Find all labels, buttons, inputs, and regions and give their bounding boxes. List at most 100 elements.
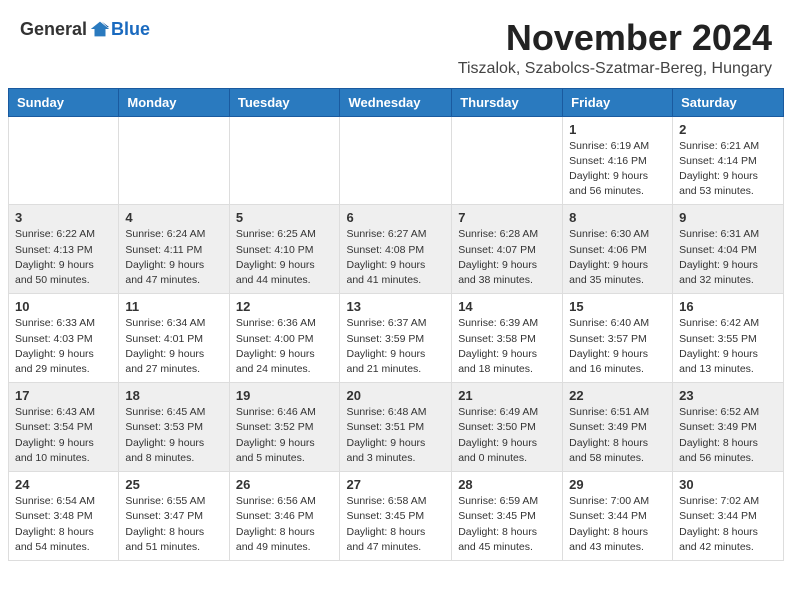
table-row: 13 Sunrise: 6:37 AM Sunset: 3:59 PM Dayli… bbox=[340, 294, 452, 383]
day-detail: Sunrise: 6:59 AM Sunset: 3:45 PM Dayligh… bbox=[458, 494, 556, 555]
page-header: General Blue November 2024 Tiszalok, Sza… bbox=[0, 0, 792, 88]
day-number: 14 bbox=[458, 299, 556, 314]
calendar-week-row: 24Sunrise: 6:54 AM Sunset: 3:48 PM Dayli… bbox=[9, 472, 784, 561]
day-number: 11 bbox=[125, 299, 222, 314]
day-number: 29 bbox=[569, 477, 666, 492]
day-number: 6 bbox=[346, 210, 445, 225]
day-detail: Sunrise: 6:21 AM Sunset: 4:14 PM Dayligh… bbox=[679, 139, 777, 200]
day-detail: Sunrise: 6:43 AM Sunset: 3:54 PM Dayligh… bbox=[15, 405, 112, 466]
table-row: 23 Sunrise: 6:52 AM Sunset: 3:49 PM Dayli… bbox=[673, 383, 784, 472]
day-number: 8 bbox=[569, 210, 666, 225]
col-saturday: Saturday bbox=[673, 88, 784, 116]
calendar-week-row: 1Sunrise: 6:19 AM Sunset: 4:16 PM Daylig… bbox=[9, 116, 784, 205]
day-detail: Sunrise: 6:40 AM Sunset: 3:57 PM Dayligh… bbox=[569, 316, 666, 377]
day-number: 15 bbox=[569, 299, 666, 314]
col-friday: Friday bbox=[563, 88, 673, 116]
table-row: 1Sunrise: 6:19 AM Sunset: 4:16 PM Daylig… bbox=[563, 116, 673, 205]
day-number: 23 bbox=[679, 388, 777, 403]
calendar-header-row: Sunday Monday Tuesday Wednesday Thursday… bbox=[9, 88, 784, 116]
logo-icon bbox=[89, 18, 111, 40]
day-detail: Sunrise: 6:34 AM Sunset: 4:01 PM Dayligh… bbox=[125, 316, 222, 377]
table-row: 12 Sunrise: 6:36 AM Sunset: 4:00 PM Dayli… bbox=[229, 294, 340, 383]
day-number: 4 bbox=[125, 210, 222, 225]
day-number: 18 bbox=[125, 388, 222, 403]
table-row bbox=[229, 116, 340, 205]
table-row: 20 Sunrise: 6:48 AM Sunset: 3:51 PM Dayli… bbox=[340, 383, 452, 472]
day-number: 26 bbox=[236, 477, 334, 492]
logo-blue-text: Blue bbox=[111, 19, 150, 40]
day-number: 2 bbox=[679, 122, 777, 137]
day-detail: Sunrise: 6:55 AM Sunset: 3:47 PM Dayligh… bbox=[125, 494, 222, 555]
day-detail: Sunrise: 6:27 AM Sunset: 4:08 PM Dayligh… bbox=[346, 227, 445, 288]
day-detail: Sunrise: 6:45 AM Sunset: 3:53 PM Dayligh… bbox=[125, 405, 222, 466]
day-number: 22 bbox=[569, 388, 666, 403]
day-number: 19 bbox=[236, 388, 334, 403]
col-wednesday: Wednesday bbox=[340, 88, 452, 116]
day-detail: Sunrise: 6:48 AM Sunset: 3:51 PM Dayligh… bbox=[346, 405, 445, 466]
calendar-week-row: 3Sunrise: 6:22 AM Sunset: 4:13 PM Daylig… bbox=[9, 205, 784, 294]
day-number: 10 bbox=[15, 299, 112, 314]
table-row: 27Sunrise: 6:58 AM Sunset: 3:45 PM Dayli… bbox=[340, 472, 452, 561]
location-title: Tiszalok, Szabolcs-Szatmar-Bereg, Hungar… bbox=[458, 60, 772, 78]
month-title: November 2024 bbox=[458, 18, 772, 58]
table-row: 15 Sunrise: 6:40 AM Sunset: 3:57 PM Dayli… bbox=[563, 294, 673, 383]
table-row: 24Sunrise: 6:54 AM Sunset: 3:48 PM Dayli… bbox=[9, 472, 119, 561]
day-number: 9 bbox=[679, 210, 777, 225]
day-detail: Sunrise: 6:49 AM Sunset: 3:50 PM Dayligh… bbox=[458, 405, 556, 466]
table-row: 28Sunrise: 6:59 AM Sunset: 3:45 PM Dayli… bbox=[452, 472, 563, 561]
day-detail: Sunrise: 6:24 AM Sunset: 4:11 PM Dayligh… bbox=[125, 227, 222, 288]
logo-general-text: General bbox=[20, 19, 87, 40]
table-row: 8Sunrise: 6:30 AM Sunset: 4:06 PM Daylig… bbox=[563, 205, 673, 294]
day-detail: Sunrise: 6:46 AM Sunset: 3:52 PM Dayligh… bbox=[236, 405, 334, 466]
day-number: 20 bbox=[346, 388, 445, 403]
table-row bbox=[340, 116, 452, 205]
day-detail: Sunrise: 6:31 AM Sunset: 4:04 PM Dayligh… bbox=[679, 227, 777, 288]
table-row: 2 Sunrise: 6:21 AM Sunset: 4:14 PM Daylig… bbox=[673, 116, 784, 205]
day-number: 5 bbox=[236, 210, 334, 225]
day-detail: Sunrise: 7:00 AM Sunset: 3:44 PM Dayligh… bbox=[569, 494, 666, 555]
table-row: 10 Sunrise: 6:33 AM Sunset: 4:03 PM Dayli… bbox=[9, 294, 119, 383]
day-number: 17 bbox=[15, 388, 112, 403]
day-detail: Sunrise: 6:36 AM Sunset: 4:00 PM Dayligh… bbox=[236, 316, 334, 377]
day-detail: Sunrise: 6:28 AM Sunset: 4:07 PM Dayligh… bbox=[458, 227, 556, 288]
table-row bbox=[452, 116, 563, 205]
table-row: 26 Sunrise: 6:56 AM Sunset: 3:46 PM Dayli… bbox=[229, 472, 340, 561]
col-monday: Monday bbox=[119, 88, 229, 116]
day-detail: Sunrise: 6:52 AM Sunset: 3:49 PM Dayligh… bbox=[679, 405, 777, 466]
table-row: 17 Sunrise: 6:43 AM Sunset: 3:54 PM Dayli… bbox=[9, 383, 119, 472]
table-row: 22Sunrise: 6:51 AM Sunset: 3:49 PM Dayli… bbox=[563, 383, 673, 472]
day-number: 13 bbox=[346, 299, 445, 314]
calendar-week-row: 10 Sunrise: 6:33 AM Sunset: 4:03 PM Dayli… bbox=[9, 294, 784, 383]
title-area: November 2024 Tiszalok, Szabolcs-Szatmar… bbox=[458, 18, 772, 78]
day-number: 12 bbox=[236, 299, 334, 314]
day-number: 24 bbox=[15, 477, 112, 492]
day-number: 27 bbox=[346, 477, 445, 492]
calendar-week-row: 17 Sunrise: 6:43 AM Sunset: 3:54 PM Dayli… bbox=[9, 383, 784, 472]
table-row: 30Sunrise: 7:02 AM Sunset: 3:44 PM Dayli… bbox=[673, 472, 784, 561]
day-detail: Sunrise: 6:37 AM Sunset: 3:59 PM Dayligh… bbox=[346, 316, 445, 377]
day-detail: Sunrise: 6:42 AM Sunset: 3:55 PM Dayligh… bbox=[679, 316, 777, 377]
day-detail: Sunrise: 6:33 AM Sunset: 4:03 PM Dayligh… bbox=[15, 316, 112, 377]
day-number: 3 bbox=[15, 210, 112, 225]
day-number: 7 bbox=[458, 210, 556, 225]
day-number: 21 bbox=[458, 388, 556, 403]
table-row: 5 Sunrise: 6:25 AM Sunset: 4:10 PM Daylig… bbox=[229, 205, 340, 294]
table-row: 21 Sunrise: 6:49 AM Sunset: 3:50 PM Dayli… bbox=[452, 383, 563, 472]
table-row bbox=[9, 116, 119, 205]
day-number: 1 bbox=[569, 122, 666, 137]
table-row: 19 Sunrise: 6:46 AM Sunset: 3:52 PM Dayli… bbox=[229, 383, 340, 472]
table-row: 11 Sunrise: 6:34 AM Sunset: 4:01 PM Dayli… bbox=[119, 294, 229, 383]
day-number: 25 bbox=[125, 477, 222, 492]
col-tuesday: Tuesday bbox=[229, 88, 340, 116]
logo: General Blue bbox=[20, 18, 150, 40]
table-row: 25 Sunrise: 6:55 AM Sunset: 3:47 PM Dayli… bbox=[119, 472, 229, 561]
day-detail: Sunrise: 6:56 AM Sunset: 3:46 PM Dayligh… bbox=[236, 494, 334, 555]
day-detail: Sunrise: 6:25 AM Sunset: 4:10 PM Dayligh… bbox=[236, 227, 334, 288]
table-row: 9 Sunrise: 6:31 AM Sunset: 4:04 PM Daylig… bbox=[673, 205, 784, 294]
col-sunday: Sunday bbox=[9, 88, 119, 116]
table-row bbox=[119, 116, 229, 205]
table-row: 6 Sunrise: 6:27 AM Sunset: 4:08 PM Daylig… bbox=[340, 205, 452, 294]
table-row: 18 Sunrise: 6:45 AM Sunset: 3:53 PM Dayli… bbox=[119, 383, 229, 472]
table-row: 3Sunrise: 6:22 AM Sunset: 4:13 PM Daylig… bbox=[9, 205, 119, 294]
table-row: 16Sunrise: 6:42 AM Sunset: 3:55 PM Dayli… bbox=[673, 294, 784, 383]
